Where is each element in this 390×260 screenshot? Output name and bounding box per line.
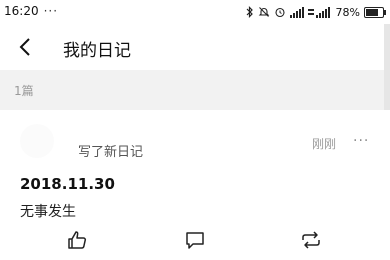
repost-button[interactable]	[298, 228, 324, 252]
alarm-icon	[274, 6, 286, 18]
signal-icon	[307, 6, 330, 18]
comment-icon	[186, 232, 204, 249]
mute-bell-icon	[258, 6, 270, 18]
avatar[interactable]	[20, 124, 54, 158]
status-dots: ···	[43, 4, 59, 18]
post-body: 无事发生	[20, 204, 76, 220]
page-title: 我的日记	[63, 41, 131, 61]
status-bar: 16:20 ··· 78%	[0, 0, 390, 24]
battery-percent: 78%	[335, 5, 360, 19]
signal-icon	[289, 6, 304, 18]
thumbs-up-icon	[68, 231, 87, 249]
battery-fill	[366, 8, 379, 16]
nav-bar: 我的日记	[0, 24, 390, 70]
comment-button[interactable]	[182, 228, 208, 252]
battery-icon	[364, 6, 386, 18]
bluetooth-icon	[246, 6, 254, 18]
post-count: 1篇	[14, 84, 34, 98]
status-time: 16:20	[4, 4, 39, 18]
scrollbar[interactable]	[384, 24, 390, 110]
chevron-left-icon	[19, 38, 30, 56]
status-time-group: 16:20 ···	[4, 4, 58, 18]
back-button[interactable]	[14, 35, 38, 59]
post-time: 刚刚	[312, 137, 337, 151]
post-title: 2018.11.30	[20, 175, 115, 193]
repost-icon	[302, 231, 320, 249]
status-icons: 78%	[246, 4, 386, 20]
post-card: 写了新日记 刚刚 ··· 2018.11.30 无事发生	[0, 110, 390, 260]
post-action-text: 写了新日记	[78, 145, 144, 160]
more-button[interactable]: ···	[353, 133, 369, 149]
count-bar: 1篇	[0, 70, 390, 110]
like-button[interactable]	[64, 228, 90, 252]
